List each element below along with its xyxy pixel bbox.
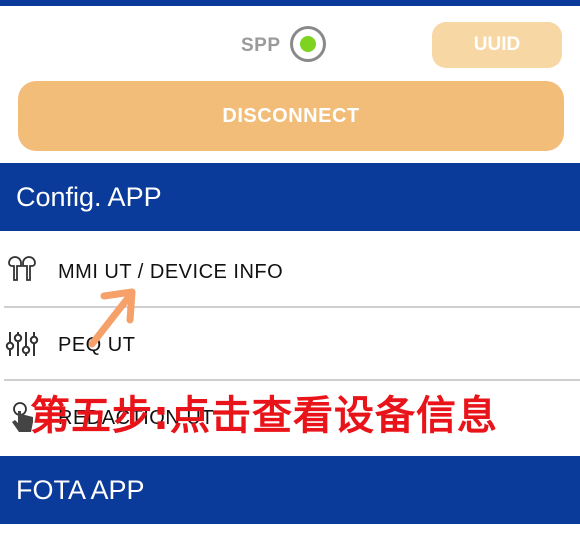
spp-label: SPP — [241, 35, 281, 56]
list-item-label: PEQ UT — [58, 334, 136, 356]
fota-app-section-header: FOTA APP — [0, 456, 580, 524]
equalizer-sliders-icon — [5, 332, 39, 356]
disconnect-button[interactable]: DISCONNECT — [18, 81, 564, 151]
list-item-label: MMI UT / DEVICE INFO — [58, 261, 284, 283]
spp-radio-button[interactable] — [290, 26, 326, 62]
top-header-band — [0, 0, 580, 6]
radio-selected-dot — [300, 36, 316, 52]
config-app-section-header: Config. APP — [0, 163, 580, 231]
uuid-button[interactable]: UUID — [432, 22, 562, 68]
earbuds-icon — [8, 256, 36, 281]
list-item-mmi-ut[interactable]: MMI UT / DEVICE INFO — [0, 235, 580, 307]
list-item-peq-ut[interactable]: PEQ UT — [0, 308, 580, 380]
instruction-annotation: 第五步:点击查看设备信息 — [30, 393, 498, 439]
